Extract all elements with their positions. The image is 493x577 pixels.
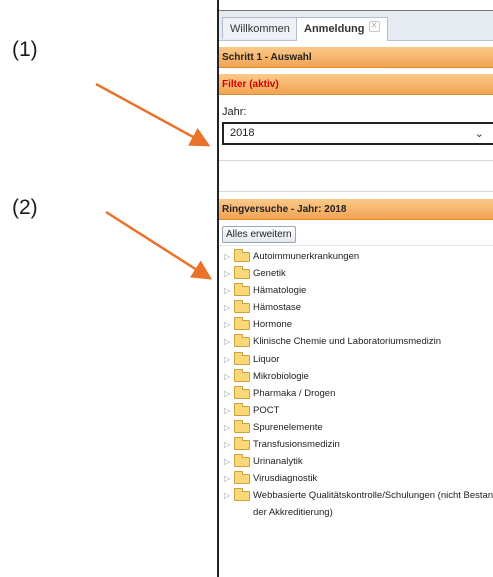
filter-header[interactable]: Filter (aktiv)	[219, 74, 493, 95]
tree-item-label: Webbasierte Qualitätskontrolle/Schulunge…	[253, 490, 493, 519]
tree-item-label: Transfusionsmedizin	[253, 439, 340, 451]
tree-item-label: Hämatologie	[253, 285, 307, 297]
tree-item-haemostase[interactable]: ▷ Hämostase	[219, 299, 493, 316]
folder-icon	[234, 266, 250, 280]
ringversuche-header: Ringversuche - Jahr: 2018	[219, 199, 493, 220]
expand-arrow-icon[interactable]: ▷	[224, 402, 230, 419]
divider	[219, 245, 493, 246]
tab-label: Anmeldung	[304, 23, 365, 35]
tab-willkommen[interactable]: Willkommen	[222, 17, 298, 39]
tree-item-genetik[interactable]: ▷ Genetik	[219, 265, 493, 282]
folder-icon	[234, 283, 250, 297]
expand-arrow-icon[interactable]: ▷	[224, 419, 230, 436]
tree-item-urinanalytik[interactable]: ▷ Urinanalytik	[219, 453, 493, 470]
expand-all-button[interactable]: Alles erweitern	[222, 226, 296, 243]
folder-icon	[234, 300, 250, 314]
folder-icon	[234, 402, 250, 416]
tree-item-transfusionsmedizin[interactable]: ▷ Transfusionsmedizin	[219, 436, 493, 453]
expand-arrow-icon[interactable]: ▷	[224, 487, 230, 504]
folder-icon	[234, 385, 250, 399]
tab-anmeldung[interactable]: Anmeldung ✕	[296, 17, 388, 41]
tab-bar: Willkommen Anmeldung ✕	[219, 11, 493, 41]
folder-icon	[234, 351, 250, 365]
tree-item-label: Mikrobiologie	[253, 370, 309, 382]
annotation-arrow-1	[95, 82, 211, 147]
expand-arrow-icon[interactable]: ▷	[224, 248, 230, 265]
expand-arrow-icon[interactable]: ▷	[224, 385, 230, 402]
tree-item-poct[interactable]: ▷ POCT	[219, 402, 493, 419]
folder-icon	[234, 419, 250, 433]
tree-item-label: Pharmaka / Drogen	[253, 387, 336, 399]
annotation-marker-2: (2)	[12, 196, 38, 219]
tree-item-klinische-chemie[interactable]: ▷ Klinische Chemie und Laboratoriumsmediz…	[219, 333, 493, 350]
step-header: Schritt 1 - Auswahl	[219, 47, 493, 68]
tree-item-spurenelemente[interactable]: ▷ Spurenelemente	[219, 419, 493, 436]
expand-arrow-icon[interactable]: ▷	[224, 436, 230, 453]
tab-label: Willkommen	[230, 23, 290, 35]
tree-item-virusdiagnostik[interactable]: ▷ Virusdiagnostik	[219, 470, 493, 487]
expand-arrow-icon[interactable]: ▷	[224, 265, 230, 282]
expand-arrow-icon[interactable]: ▷	[224, 299, 230, 316]
expand-arrow-icon[interactable]: ▷	[224, 453, 230, 470]
expand-arrow-icon[interactable]: ▷	[224, 470, 230, 487]
tree-item-label: POCT	[253, 404, 280, 416]
year-label: Jahr:	[222, 106, 247, 118]
tree-item-label: Hämostase	[253, 302, 302, 314]
folder-icon	[234, 249, 250, 262]
tree-item-label: Liquor	[253, 353, 280, 365]
annotation-arrow-2	[105, 210, 213, 280]
tree-item-webbasierte-qk[interactable]: ▷ Webbasierte Qualitätskontrolle/Schulung…	[219, 487, 493, 521]
expand-arrow-icon[interactable]: ▷	[224, 333, 230, 350]
year-select[interactable]: 2018 ⌄	[222, 122, 493, 145]
expand-arrow-icon[interactable]: ▷	[224, 368, 230, 385]
chevron-down-icon[interactable]: ⌄	[475, 125, 484, 144]
divider	[219, 191, 493, 192]
tree-item-label: Klinische Chemie und Laboratoriumsmedizi…	[253, 336, 441, 348]
tree-item-hormone[interactable]: ▷ Hormone	[219, 316, 493, 333]
folder-icon	[234, 471, 250, 485]
ringversuche-tree: ▷ Autoimmunerkrankungen ▷ Genetik ▷ Hämatol…	[219, 248, 493, 521]
folder-icon	[234, 334, 250, 348]
tree-item-haematologie[interactable]: ▷ Hämatologie	[219, 282, 493, 299]
app-window: Willkommen Anmeldung ✕ Schritt 1 - Auswah…	[217, 0, 493, 577]
divider	[219, 160, 493, 161]
tree-item-pharmaka-drogen[interactable]: ▷ Pharmaka / Drogen	[219, 385, 493, 402]
tree-item-label: Autoimmunerkrankungen	[253, 251, 360, 262]
folder-icon	[234, 437, 250, 451]
folder-icon	[234, 488, 250, 502]
year-select-value: 2018	[230, 127, 255, 139]
tree-item-mikrobiologie[interactable]: ▷ Mikrobiologie	[219, 368, 493, 385]
tree-item-label: Urinanalytik	[253, 456, 303, 468]
tree-item-label: Genetik	[253, 268, 286, 280]
folder-icon	[234, 454, 250, 468]
close-icon[interactable]: ✕	[368, 21, 380, 32]
expand-arrow-icon[interactable]: ▷	[224, 351, 230, 368]
expand-arrow-icon[interactable]: ▷	[224, 282, 230, 299]
tree-item-liquor[interactable]: ▷ Liquor	[219, 351, 493, 368]
tree-item-label: Virusdiagnostik	[253, 473, 318, 485]
tree-item-label: Spurenelemente	[253, 421, 323, 433]
annotation-marker-1: (1)	[12, 38, 38, 61]
tree-item-autoimmunerkrankungen[interactable]: ▷ Autoimmunerkrankungen	[219, 248, 493, 265]
folder-icon	[234, 368, 250, 382]
expand-arrow-icon[interactable]: ▷	[224, 316, 230, 333]
folder-icon	[234, 317, 250, 331]
tree-item-label: Hormone	[253, 319, 293, 331]
